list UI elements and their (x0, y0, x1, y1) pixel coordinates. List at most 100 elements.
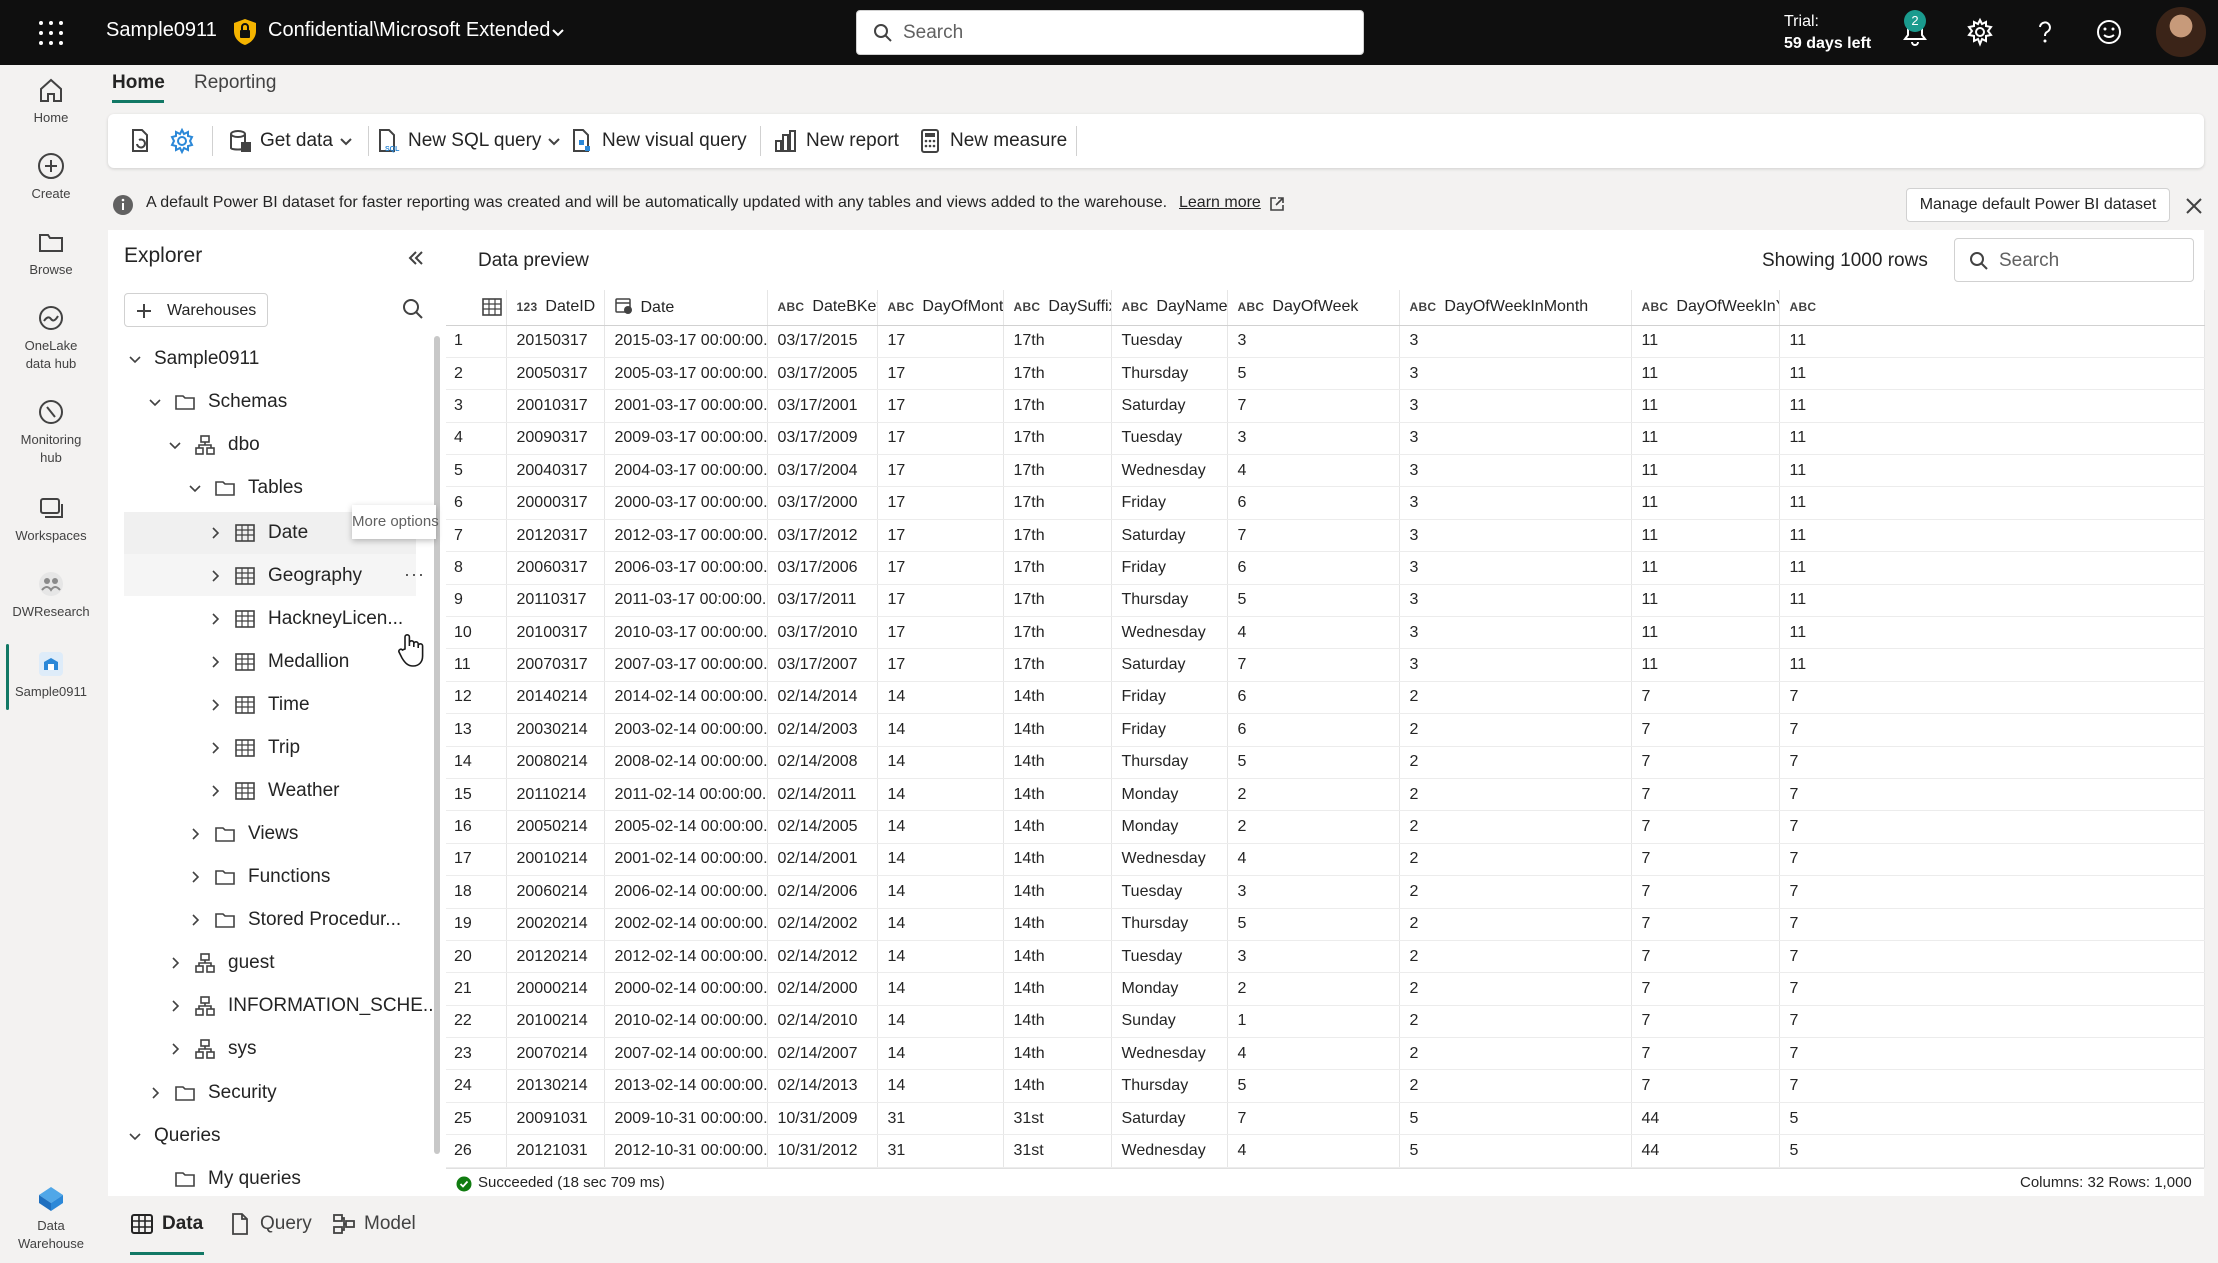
table-cell[interactable]: 2006-03-17 00:00:00.000000 (604, 551, 768, 585)
row-number-cell[interactable]: 4 (446, 422, 507, 456)
table-cell[interactable]: 7 (1631, 1005, 1780, 1039)
table-cell[interactable]: 11 (1779, 519, 2205, 553)
table-cell[interactable]: Thursday (1111, 1069, 1228, 1103)
table-cell[interactable]: 14 (877, 972, 1004, 1006)
rail-item-browse[interactable]: Browse (6, 227, 96, 279)
table-cell[interactable]: 7 (1227, 1102, 1400, 1136)
table-cell[interactable]: 03/17/2000 (767, 486, 878, 520)
row-number-cell[interactable]: 8 (446, 551, 507, 585)
chevron-down-icon[interactable] (550, 24, 566, 40)
table-cell[interactable]: 2006-02-14 00:00:00.000000 (604, 875, 768, 909)
table-cell[interactable]: 03/17/2010 (767, 616, 878, 650)
table-cell[interactable]: 14th (1003, 681, 1112, 715)
table-cell[interactable]: 7 (1631, 810, 1780, 844)
table-cell[interactable]: 3 (1227, 422, 1400, 456)
table-cell[interactable]: Thursday (1111, 584, 1228, 618)
table-cell[interactable]: 7 (1631, 1037, 1780, 1071)
feedback-smiley-icon[interactable] (2094, 17, 2124, 47)
table-cell[interactable]: 11 (1631, 584, 1780, 618)
column-header[interactable]: ABC DaySuffix (1003, 290, 1112, 326)
table-row[interactable]: 1201503172015-03-17 00:00:00.00000003/17… (446, 325, 2205, 358)
table-cell[interactable]: 20100214 (506, 1005, 605, 1039)
table-row[interactable]: 2200503172005-03-17 00:00:00.00000003/17… (446, 357, 2205, 391)
table-cell[interactable]: 2005-02-14 00:00:00.000000 (604, 810, 768, 844)
row-number-cell[interactable]: 3 (446, 389, 507, 423)
table-cell[interactable]: 03/17/2001 (767, 389, 878, 423)
table-row[interactable]: 16200502142005-02-14 00:00:00.00000002/1… (446, 810, 2205, 844)
table-cell[interactable]: 3 (1399, 648, 1632, 682)
table-cell[interactable]: 14 (877, 1069, 1004, 1103)
table-cell[interactable]: 7 (1631, 713, 1780, 747)
row-number-cell[interactable]: 23 (446, 1037, 507, 1071)
table-cell[interactable]: 7 (1631, 843, 1780, 877)
table-cell[interactable]: 03/17/2004 (767, 454, 878, 488)
tab-reporting[interactable]: Reporting (194, 72, 276, 94)
table-cell[interactable]: 14 (877, 681, 1004, 715)
more-options-button[interactable]: ··· (404, 564, 425, 585)
table-cell[interactable]: 14th (1003, 1069, 1112, 1103)
table-cell[interactable]: 11 (1631, 357, 1780, 391)
table-cell[interactable]: 20140214 (506, 681, 605, 715)
table-row[interactable]: 26201210312012-10-31 00:00:00.00000010/3… (446, 1134, 2205, 1168)
table-cell[interactable]: 7 (1779, 940, 2205, 974)
table-cell[interactable]: 2001-03-17 00:00:00.000000 (604, 389, 768, 423)
table-cell[interactable]: 14 (877, 713, 1004, 747)
rail-item-onelake[interactable]: OneLake data hub (6, 303, 96, 373)
table-cell[interactable]: 7 (1779, 1069, 2205, 1103)
column-header[interactable]: ABC (1779, 290, 2205, 326)
table-cell[interactable]: 3 (1399, 584, 1632, 618)
row-number-cell[interactable]: 17 (446, 843, 507, 877)
manage-dataset-button[interactable]: Manage default Power BI dataset (1906, 188, 2170, 222)
table-cell[interactable]: 44 (1631, 1102, 1780, 1136)
tab-home[interactable]: Home (112, 72, 165, 94)
row-number-cell[interactable]: 19 (446, 908, 507, 941)
table-cell[interactable]: 2005-03-17 00:00:00.000000 (604, 357, 768, 391)
table-row[interactable]: 10201003172010-03-17 00:00:00.00000003/1… (446, 616, 2205, 650)
table-cell[interactable]: 3 (1399, 551, 1632, 585)
table-cell[interactable]: 7 (1779, 1005, 2205, 1039)
table-cell[interactable]: 2012-03-17 00:00:00.000000 (604, 519, 768, 553)
table-cell[interactable]: Monday (1111, 810, 1228, 844)
table-cell[interactable]: 20060317 (506, 551, 605, 585)
table-cell[interactable]: 20050214 (506, 810, 605, 844)
table-cell[interactable]: 3 (1399, 454, 1632, 488)
table-cell[interactable]: 31 (877, 1102, 1004, 1136)
table-row[interactable]: 5200403172004-03-17 00:00:00.00000003/17… (446, 454, 2205, 488)
table-row[interactable]: 20201202142012-02-14 00:00:00.00000002/1… (446, 940, 2205, 974)
table-cell[interactable]: 6 (1227, 713, 1400, 747)
table-cell[interactable]: 11 (1779, 422, 2205, 456)
table-cell[interactable]: 11 (1631, 519, 1780, 553)
gear-icon[interactable] (1965, 17, 1995, 47)
tree-item-table-trip[interactable]: Trip (208, 733, 300, 763)
rail-item-sample[interactable]: Sample0911 (6, 649, 96, 701)
open-external-icon[interactable] (1268, 195, 1286, 213)
row-number-cell[interactable]: 22 (446, 1005, 507, 1039)
sensitivity-label[interactable]: Confidential\Microsoft Extended (268, 19, 550, 42)
table-cell[interactable]: 7 (1779, 746, 2205, 779)
tree-item-security[interactable]: Security (148, 1078, 277, 1108)
table-cell[interactable]: 14th (1003, 908, 1112, 941)
table-cell[interactable]: 7 (1779, 1037, 2205, 1071)
table-cell[interactable]: 03/17/2006 (767, 551, 878, 585)
table-cell[interactable]: 31st (1003, 1102, 1112, 1136)
table-cell[interactable]: 20100317 (506, 616, 605, 650)
table-cell[interactable]: 14th (1003, 875, 1112, 909)
table-cell[interactable]: 20090317 (506, 422, 605, 456)
table-cell[interactable]: 17 (877, 519, 1004, 553)
table-cell[interactable]: 7 (1631, 746, 1780, 779)
table-cell[interactable]: 7 (1779, 778, 2205, 812)
table-cell[interactable]: Sunday (1111, 1005, 1228, 1039)
table-cell[interactable]: 14 (877, 746, 1004, 779)
row-number-cell[interactable]: 26 (446, 1134, 507, 1168)
table-cell[interactable]: 3 (1399, 616, 1632, 650)
table-cell[interactable]: 2009-03-17 00:00:00.000000 (604, 422, 768, 456)
table-cell[interactable]: 2007-02-14 00:00:00.000000 (604, 1037, 768, 1071)
table-cell[interactable]: 11 (1631, 422, 1780, 456)
table-cell[interactable]: Friday (1111, 551, 1228, 585)
table-cell[interactable]: Monday (1111, 972, 1228, 1006)
table-cell[interactable]: 17th (1003, 486, 1112, 520)
table-cell[interactable]: 11 (1779, 551, 2205, 585)
close-icon[interactable] (2184, 196, 2204, 216)
tab-data[interactable]: Data (130, 1212, 203, 1236)
table-cell[interactable]: 7 (1227, 389, 1400, 423)
